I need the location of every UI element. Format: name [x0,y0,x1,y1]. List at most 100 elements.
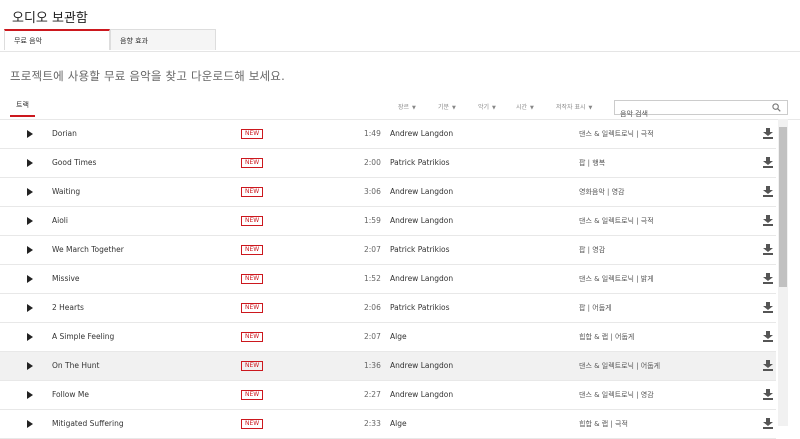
track-artist: Patrick Patrikios [390,303,450,312]
track-duration: 1:59 [364,216,381,225]
tab-bar: 무료 음악 음향 효과 [0,29,800,52]
caret-down-icon: ▼ [452,105,456,111]
scrollbar[interactable] [778,119,788,426]
new-badge: NEW [241,274,264,284]
play-icon[interactable] [27,333,33,341]
play-icon[interactable] [27,420,33,428]
download-icon[interactable] [763,389,773,400]
track-title: Dorian [52,129,77,138]
play-icon[interactable] [27,188,33,196]
play-icon[interactable] [27,159,33,167]
track-duration: 2:00 [364,158,381,167]
track-genre: 팝 | 행복 [579,159,606,167]
tab-free-music[interactable]: 무료 음악 [4,29,110,50]
play-icon[interactable] [27,391,33,399]
new-badge: NEW [241,129,264,139]
intro-text: 프로젝트에 사용할 무료 음악을 찾고 다운로드해 보세요. [10,69,285,83]
track-title: Missive [52,274,80,283]
track-tab[interactable]: 트랙 [10,100,35,117]
track-row[interactable]: Waiting NEW 3:06 Andrew Langdon 영화음악 | 영… [0,178,776,207]
download-icon[interactable] [763,157,773,168]
track-duration: 1:49 [364,129,381,138]
track-row[interactable]: Missive NEW 1:52 Andrew Langdon 댄스 & 일렉트… [0,265,776,294]
track-genre: 팝 | 영감 [579,246,606,254]
new-badge: NEW [241,419,264,429]
track-artist: Andrew Langdon [390,274,454,283]
track-artist: Patrick Patrikios [390,245,450,254]
tab-free-music-label: 무료 음악 [14,37,42,45]
play-icon[interactable] [27,246,33,254]
track-title: A Simple Feeling [52,332,115,341]
track-title: Mitigated Suffering [52,419,124,428]
track-row[interactable]: Follow Me NEW 2:27 Andrew Langdon 댄스 & 일… [0,381,776,410]
filter-mood-label: 기분 [438,104,450,111]
download-icon[interactable] [763,244,773,255]
track-title: 2 Hearts [52,303,84,312]
caret-down-icon: ▼ [412,105,416,111]
download-icon[interactable] [763,302,773,313]
play-icon[interactable] [27,217,33,225]
filter-duration[interactable]: 시간 ▼ [516,102,534,111]
play-icon[interactable] [27,304,33,312]
track-list: Dorian NEW 1:49 Andrew Langdon 댄스 & 일렉트로… [0,119,800,439]
track-duration: 1:52 [364,274,381,283]
track-row[interactable]: We March Together NEW 2:07 Patrick Patri… [0,236,776,265]
caret-down-icon: ▼ [530,105,534,111]
filter-attribution[interactable]: 저작자 표시 ▼ [556,102,592,111]
track-artist: Andrew Langdon [390,390,454,399]
track-genre: 댄스 & 일렉트로닉 | 극적 [579,217,654,225]
new-badge: NEW [241,303,264,313]
filter-mood[interactable]: 기분 ▼ [438,102,456,111]
track-genre: 힙합 & 랩 | 어둡게 [579,333,635,341]
track-genre: 댄스 & 일렉트로닉 | 밝게 [579,275,654,283]
tab-sound-effects-label: 음향 효과 [120,37,148,45]
search-icon[interactable] [772,103,781,112]
track-title: Aioli [52,216,68,225]
tab-sound-effects[interactable]: 음향 효과 [110,29,216,50]
track-genre: 댄스 & 일렉트로닉 | 극적 [579,130,654,138]
download-icon[interactable] [763,331,773,342]
search-box [614,100,788,121]
download-icon[interactable] [763,128,773,139]
caret-down-icon: ▼ [492,105,496,111]
track-artist: Andrew Langdon [390,187,454,196]
track-row[interactable]: On The Hunt NEW 1:36 Andrew Langdon 댄스 &… [0,352,776,381]
play-icon[interactable] [27,362,33,370]
track-genre: 힙합 & 랩 | 극적 [579,420,628,428]
filter-genre[interactable]: 장르 ▼ [398,102,416,111]
track-duration: 2:27 [364,390,381,399]
track-row[interactable]: Dorian NEW 1:49 Andrew Langdon 댄스 & 일렉트로… [0,120,776,149]
track-row[interactable]: Mitigated Suffering NEW 2:33 Alge 힙합 & 랩… [0,410,776,439]
filter-instrument[interactable]: 악기 ▼ [478,102,496,111]
track-row[interactable]: Good Times NEW 2:00 Patrick Patrikios 팝 … [0,149,776,178]
scrollbar-thumb[interactable] [779,127,787,287]
filter-duration-label: 시간 [516,104,528,111]
download-icon[interactable] [763,186,773,197]
play-icon[interactable] [27,275,33,283]
track-genre: 팝 | 어둡게 [579,304,612,312]
new-badge: NEW [241,158,264,168]
filter-attribution-label: 저작자 표시 [556,104,586,111]
track-artist: Patrick Patrikios [390,158,450,167]
new-badge: NEW [241,187,264,197]
track-genre: 댄스 & 일렉트로닉 | 어둡게 [579,362,661,370]
download-icon[interactable] [763,418,773,429]
track-title: Good Times [52,158,97,167]
new-badge: NEW [241,245,264,255]
new-badge: NEW [241,390,264,400]
track-title: Follow Me [52,390,89,399]
play-icon[interactable] [27,130,33,138]
download-icon[interactable] [763,360,773,371]
track-duration: 2:07 [364,245,381,254]
track-duration: 3:06 [364,187,381,196]
track-row[interactable]: 2 Hearts NEW 2:06 Patrick Patrikios 팝 | … [0,294,776,323]
track-duration: 2:06 [364,303,381,312]
caret-down-icon: ▼ [588,105,593,111]
download-icon[interactable] [763,273,773,284]
download-icon[interactable] [763,215,773,226]
track-duration: 2:07 [364,332,381,341]
page-title: 오디오 보관함 [12,11,88,26]
track-title: We March Together [52,245,124,254]
track-row[interactable]: Aioli NEW 1:59 Andrew Langdon 댄스 & 일렉트로닉… [0,207,776,236]
track-row[interactable]: A Simple Feeling NEW 2:07 Alge 힙합 & 랩 | … [0,323,776,352]
